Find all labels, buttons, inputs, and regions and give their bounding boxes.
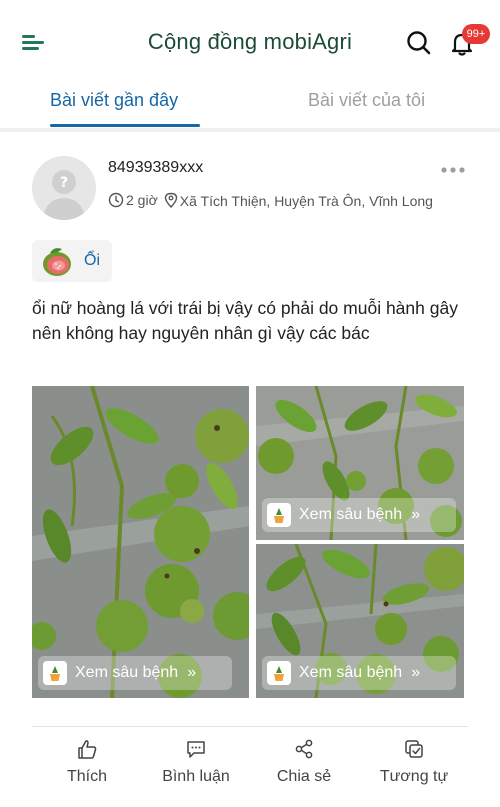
location-pin-icon <box>164 192 178 211</box>
tab-my-posts[interactable]: Bài viết của tôi <box>308 90 425 111</box>
like-label: Thích <box>66 768 107 785</box>
post-content: ổi nữ hoàng lá với trái bị vậy có phải d… <box>32 298 458 343</box>
post-location: Xã Tích Thiện, Huyện Trà Ôn, Vĩnh Long <box>179 193 433 209</box>
share-icon <box>293 738 315 760</box>
view-pest-label: Xem sâu bệnh <box>75 664 179 681</box>
tab-bar: Bài viết gần đây Bài viết của tôi <box>0 80 500 132</box>
double-chevron-right-icon: » <box>411 664 421 681</box>
like-button[interactable]: Thích <box>37 738 137 794</box>
view-pest-label: Xem sâu bệnh <box>299 506 403 523</box>
clock-icon <box>108 192 124 211</box>
pest-app-icon <box>43 661 67 685</box>
divider <box>32 726 468 727</box>
similar-label: Tương tự <box>379 768 449 785</box>
search-icon[interactable] <box>404 28 434 58</box>
comment-label: Bình luận <box>162 768 230 785</box>
view-pest-button[interactable]: Xem sâu bệnh » <box>262 498 456 532</box>
notification-badge: 99+ <box>462 24 490 44</box>
comment-icon <box>185 738 207 760</box>
share-button[interactable]: Chia sẻ <box>254 738 354 794</box>
guava-icon <box>40 244 74 278</box>
double-chevron-right-icon: » <box>411 506 421 523</box>
avatar[interactable]: ? <box>32 156 96 220</box>
svg-text:?: ? <box>60 175 68 191</box>
active-tab-indicator <box>50 124 200 127</box>
crop-name: Ổi <box>84 252 100 269</box>
similar-icon <box>403 738 425 760</box>
comment-button[interactable]: Bình luận <box>146 738 246 794</box>
similar-button[interactable]: Tương tự <box>364 738 464 794</box>
thumbs-up-icon <box>76 738 98 760</box>
pest-app-icon <box>267 503 291 527</box>
post-author[interactable]: 84939389xxx <box>108 159 203 177</box>
pest-app-icon <box>267 661 291 685</box>
app-header: Cộng đồng mobiAgri 99+ <box>0 0 500 80</box>
tab-recent-posts[interactable]: Bài viết gần đây <box>50 90 178 111</box>
double-chevron-right-icon: » <box>187 664 197 681</box>
view-pest-label: Xem sâu bệnh <box>299 664 403 681</box>
crop-tag[interactable]: Ổi <box>32 240 112 282</box>
view-pest-button[interactable]: Xem sâu bệnh » <box>262 656 456 690</box>
share-label: Chia sẻ <box>276 768 332 785</box>
more-options-icon[interactable] <box>440 162 466 178</box>
post-meta: 2 giờ Xã Tích Thiện, Huyện Trà Ôn, Vĩnh … <box>108 192 468 212</box>
post-time: 2 giờ <box>126 192 158 208</box>
view-pest-button[interactable]: Xem sâu bệnh » <box>38 656 232 690</box>
post-photo-1[interactable] <box>32 386 249 698</box>
